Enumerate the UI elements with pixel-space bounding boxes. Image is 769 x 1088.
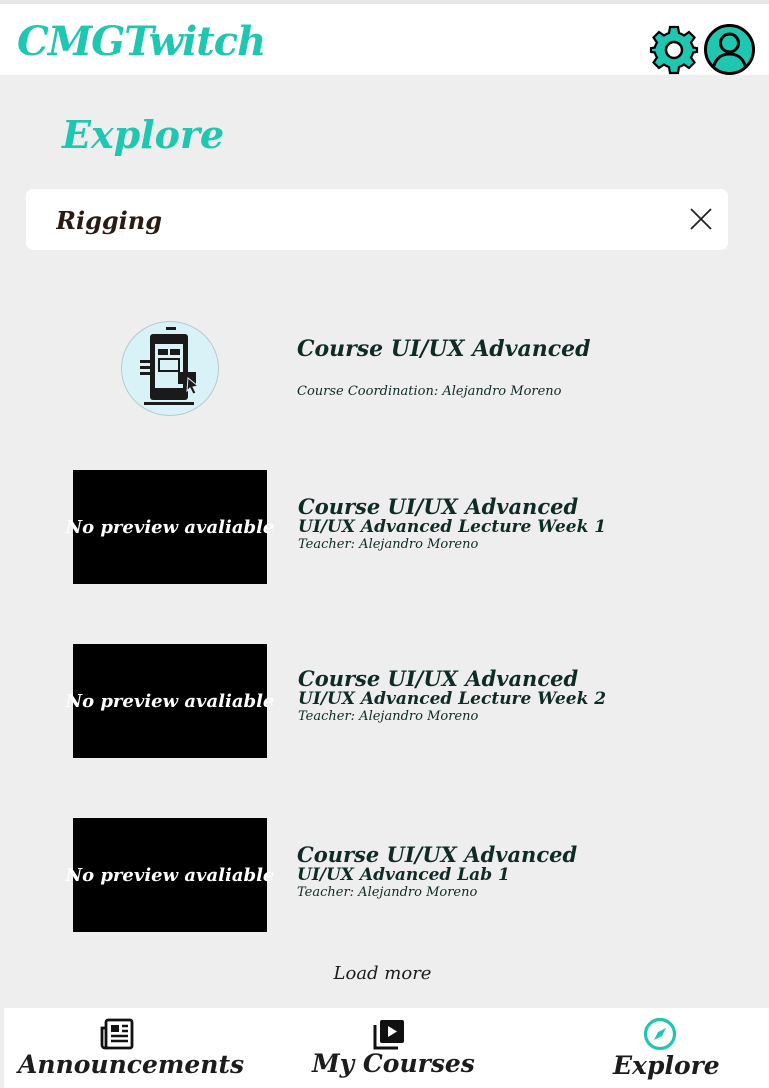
load-more-label: Load more (333, 963, 432, 984)
result-meta: Teacher: Alejandro Moreno (298, 537, 479, 552)
result-subtitle: UI/UX Advanced Lecture Week 1 (298, 517, 607, 537)
nav-label: My Courses (312, 1049, 475, 1078)
result-title[interactable]: Course UI/UX Advanced (297, 844, 577, 865)
result-subtitle: UI/UX Advanced Lecture Week 2 (298, 689, 607, 709)
thumbnail-placeholder: No preview avaliable (65, 690, 275, 712)
phone-design-icon (121, 321, 219, 416)
nav-explore[interactable]: Explore (564, 1008, 764, 1088)
result-title[interactable]: Course UI/UX Advanced (297, 338, 591, 360)
video-library-icon (373, 1020, 404, 1050)
newspaper-icon (100, 1018, 134, 1050)
user-circle-icon[interactable] (703, 23, 756, 76)
search-input[interactable] (56, 201, 656, 239)
result-title[interactable]: Course UI/UX Advanced (298, 496, 578, 517)
video-thumbnail[interactable]: No preview avaliable (66, 470, 274, 584)
result-meta: Teacher: Alejandro Moreno (297, 885, 478, 900)
result-title[interactable]: Course UI/UX Advanced (298, 668, 578, 689)
nav-my-courses[interactable]: My Courses (284, 1008, 484, 1088)
result-meta: Course Coordination: Alejandro Moreno (297, 384, 562, 399)
gear-icon[interactable] (648, 24, 700, 76)
close-icon[interactable] (688, 206, 714, 232)
bottom-nav: Announcements My Courses Explore (4, 1008, 769, 1088)
video-thumbnail[interactable]: No preview avaliable (66, 644, 274, 758)
nav-label: Announcements (18, 1050, 245, 1079)
app-logo[interactable]: CMGTwitch (17, 22, 266, 62)
load-more-button[interactable]: Load more (0, 963, 769, 984)
search-bar (26, 189, 728, 250)
compass-icon (643, 1017, 677, 1051)
thumbnail-placeholder: No preview avaliable (65, 516, 275, 538)
nav-label: Explore (613, 1051, 720, 1080)
result-meta: Teacher: Alejandro Moreno (298, 709, 479, 724)
app-header: CMGTwitch (0, 0, 769, 75)
thumbnail-placeholder: No preview avaliable (65, 864, 275, 886)
page-title: Explore (62, 112, 225, 157)
video-thumbnail[interactable]: No preview avaliable (66, 818, 274, 932)
result-subtitle: UI/UX Advanced Lab 1 (297, 865, 510, 885)
nav-announcements[interactable]: Announcements (4, 1008, 254, 1088)
